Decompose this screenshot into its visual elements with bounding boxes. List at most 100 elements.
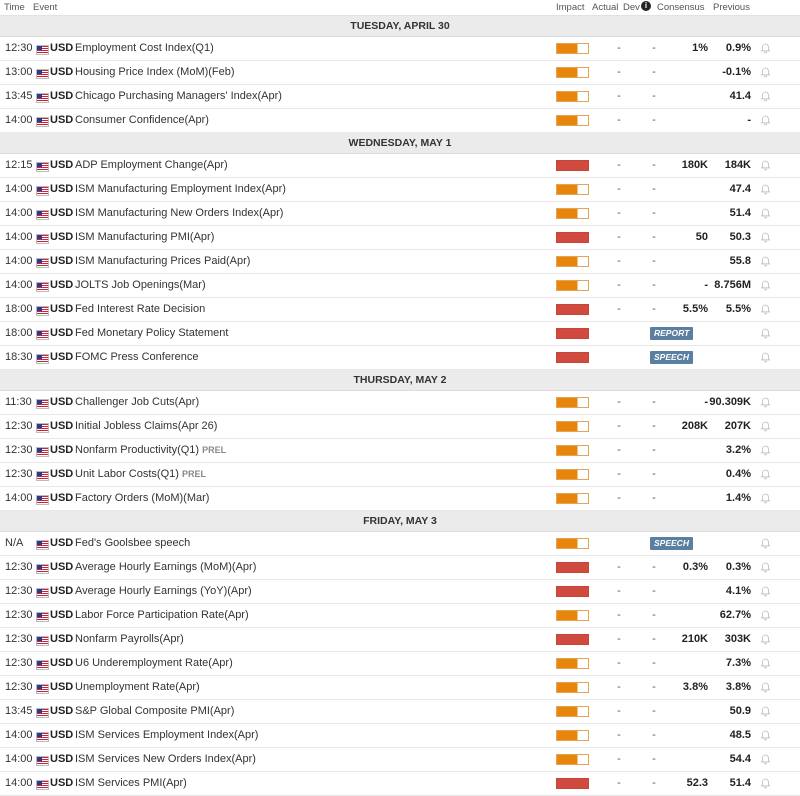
event-name[interactable]: Housing Price Index (MoM)(Feb) <box>75 61 235 84</box>
table-row[interactable]: 14:00 USD ISM Manufacturing PMI(Apr) - - 50 50… <box>0 226 800 250</box>
report-badge[interactable]: REPORT <box>650 327 694 340</box>
table-row[interactable]: 12:30 USD Nonfarm Productivity(Q1) PREL - - 3.… <box>0 439 800 463</box>
bell-icon[interactable] <box>760 328 771 339</box>
header-time[interactable]: Time <box>4 2 25 13</box>
event-name[interactable]: Chicago Purchasing Managers' Index(Apr) <box>75 85 282 108</box>
bell-icon[interactable] <box>760 397 771 408</box>
table-row[interactable]: 13:45 USD S&P Global Composite PMI(Apr) - - 5… <box>0 700 800 724</box>
event-name[interactable]: Nonfarm Payrolls(Apr) <box>75 628 184 651</box>
info-icon[interactable]: i <box>641 1 651 11</box>
event-name[interactable]: Unit Labor Costs(Q1) PREL <box>75 463 206 486</box>
bell-icon[interactable] <box>760 304 771 315</box>
event-name[interactable]: Employment Cost Index(Q1) <box>75 37 214 60</box>
event-name[interactable]: U6 Underemployment Rate(Apr) <box>75 652 233 675</box>
event-name[interactable]: ISM Services PMI(Apr) <box>75 772 187 795</box>
bell-icon[interactable] <box>760 706 771 717</box>
event-name[interactable]: S&P Global Composite PMI(Apr) <box>75 700 234 723</box>
bell-icon[interactable] <box>760 352 771 363</box>
table-row[interactable]: 14:00 USD ISM Manufacturing New Orders Ind… <box>0 202 800 226</box>
event-name[interactable]: ADP Employment Change(Apr) <box>75 154 228 177</box>
table-row[interactable]: 18:00 USD Fed Monetary Policy Statement REP… <box>0 322 800 346</box>
bell-icon[interactable] <box>760 43 771 54</box>
table-row[interactable]: 13:00 USD Housing Price Index (MoM)(Feb) - -… <box>0 61 800 85</box>
header-impact[interactable]: Impact <box>556 2 585 13</box>
bell-icon[interactable] <box>760 730 771 741</box>
table-row[interactable]: 12:30 USD Initial Jobless Claims(Apr 26) - -… <box>0 415 800 439</box>
bell-icon[interactable] <box>760 91 771 102</box>
bell-icon[interactable] <box>760 634 771 645</box>
table-row[interactable]: 18:00 USD Fed Interest Rate Decision - - 5.5%… <box>0 298 800 322</box>
table-row[interactable]: 13:45 USD Chicago Purchasing Managers' Ind… <box>0 85 800 109</box>
bell-icon[interactable] <box>760 610 771 621</box>
speech-badge[interactable]: SPEECH <box>650 537 693 550</box>
event-name[interactable]: Fed's Goolsbee speech <box>75 532 190 555</box>
event-name[interactable]: Initial Jobless Claims(Apr 26) <box>75 415 217 438</box>
header-consensus[interactable]: Consensus <box>657 2 705 13</box>
event-time: 12:30 <box>5 633 33 645</box>
table-row[interactable]: 11:30 USD Challenger Job Cuts(Apr) - - -90.30… <box>0 391 800 415</box>
table-row[interactable]: 12:30 USD Average Hourly Earnings (YoY)(Ap… <box>0 580 800 604</box>
bell-icon[interactable] <box>760 115 771 126</box>
bell-icon[interactable] <box>760 421 771 432</box>
table-row[interactable]: 12:30 USD Labor Force Participation Rate(A… <box>0 604 800 628</box>
table-row[interactable]: 14:00 USD ISM Services PMI(Apr) - - 52.3 51.4 <box>0 772 800 796</box>
table-row[interactable]: 14:00 USD Factory Orders (MoM)(Mar) - - 1.4% <box>0 487 800 511</box>
event-name[interactable]: ISM Services Employment Index(Apr) <box>75 724 258 747</box>
event-name[interactable]: ISM Manufacturing Prices Paid(Apr) <box>75 250 250 273</box>
event-name[interactable]: Unemployment Rate(Apr) <box>75 676 200 699</box>
table-row[interactable]: 12:15 USD ADP Employment Change(Apr) - - 180K… <box>0 154 800 178</box>
event-name[interactable]: Fed Interest Rate Decision <box>75 298 205 321</box>
header-previous[interactable]: Previous <box>713 2 750 13</box>
table-row[interactable]: 12:30 USD Employment Cost Index(Q1) - - 1% 0.9… <box>0 37 800 61</box>
bell-icon[interactable] <box>760 754 771 765</box>
table-row[interactable]: 14:00 USD Consumer Confidence(Apr) - - - <box>0 109 800 133</box>
event-name[interactable]: ISM Manufacturing New Orders Index(Apr) <box>75 202 283 225</box>
table-row[interactable]: 12:30 USD Unemployment Rate(Apr) - - 3.8% 3.8% <box>0 676 800 700</box>
event-name[interactable]: Labor Force Participation Rate(Apr) <box>75 604 249 627</box>
bell-icon[interactable] <box>760 280 771 291</box>
table-row[interactable]: 12:30 USD Nonfarm Payrolls(Apr) - - 210K 303K <box>0 628 800 652</box>
bell-icon[interactable] <box>760 658 771 669</box>
bell-icon[interactable] <box>760 160 771 171</box>
event-name[interactable]: Challenger Job Cuts(Apr) <box>75 391 199 414</box>
bell-icon[interactable] <box>760 256 771 267</box>
table-row[interactable]: 14:00 USD ISM Manufacturing Prices Paid(Ap… <box>0 250 800 274</box>
event-name[interactable]: Consumer Confidence(Apr) <box>75 109 209 132</box>
table-row[interactable]: 14:00 USD JOLTS Job Openings(Mar) - - -8.756M <box>0 274 800 298</box>
bell-icon[interactable] <box>760 232 771 243</box>
bell-icon[interactable] <box>760 469 771 480</box>
previous-value: 1.4% <box>725 492 751 504</box>
event-name[interactable]: ISM Manufacturing Employment Index(Apr) <box>75 178 286 201</box>
table-row[interactable]: 14:00 USD ISM Services Employment Index(Ap… <box>0 724 800 748</box>
event-name[interactable]: Nonfarm Productivity(Q1) PREL <box>75 439 226 462</box>
event-name[interactable]: ISM Services New Orders Index(Apr) <box>75 748 256 771</box>
event-name[interactable]: Factory Orders (MoM)(Mar) <box>75 487 209 510</box>
event-name[interactable]: Average Hourly Earnings (YoY)(Apr) <box>75 580 252 603</box>
table-row[interactable]: 12:30 USD Unit Labor Costs(Q1) PREL - - 0.4% <box>0 463 800 487</box>
bell-icon[interactable] <box>760 184 771 195</box>
bell-icon[interactable] <box>760 586 771 597</box>
table-row[interactable]: 12:30 USD Average Hourly Earnings (MoM)(Ap… <box>0 556 800 580</box>
event-name[interactable]: Average Hourly Earnings (MoM)(Apr) <box>75 556 256 579</box>
table-row[interactable]: 12:30 USD U6 Underemployment Rate(Apr) - - 7.… <box>0 652 800 676</box>
event-name[interactable]: JOLTS Job Openings(Mar) <box>75 274 206 297</box>
header-dev[interactable]: Dev <box>623 2 640 13</box>
event-name[interactable]: ISM Manufacturing PMI(Apr) <box>75 226 214 249</box>
header-event[interactable]: Event <box>33 2 57 13</box>
bell-icon[interactable] <box>760 493 771 504</box>
bell-icon[interactable] <box>760 778 771 789</box>
bell-icon[interactable] <box>760 445 771 456</box>
event-name[interactable]: FOMC Press Conference <box>75 346 198 369</box>
bell-icon[interactable] <box>760 538 771 549</box>
bell-icon[interactable] <box>760 67 771 78</box>
header-actual[interactable]: Actual <box>592 2 618 13</box>
speech-badge[interactable]: SPEECH <box>650 351 693 364</box>
event-name[interactable]: Fed Monetary Policy Statement <box>75 322 228 345</box>
table-row[interactable]: 14:00 USD ISM Services New Orders Index(Ap… <box>0 748 800 772</box>
bell-icon[interactable] <box>760 562 771 573</box>
bell-icon[interactable] <box>760 682 771 693</box>
table-row[interactable]: 14:00 USD ISM Manufacturing Employment Ind… <box>0 178 800 202</box>
table-row[interactable]: 18:30 USD FOMC Press Conference SPEECH <box>0 346 800 370</box>
table-row[interactable]: N/A USD Fed's Goolsbee speech SPEECH <box>0 532 800 556</box>
bell-icon[interactable] <box>760 208 771 219</box>
